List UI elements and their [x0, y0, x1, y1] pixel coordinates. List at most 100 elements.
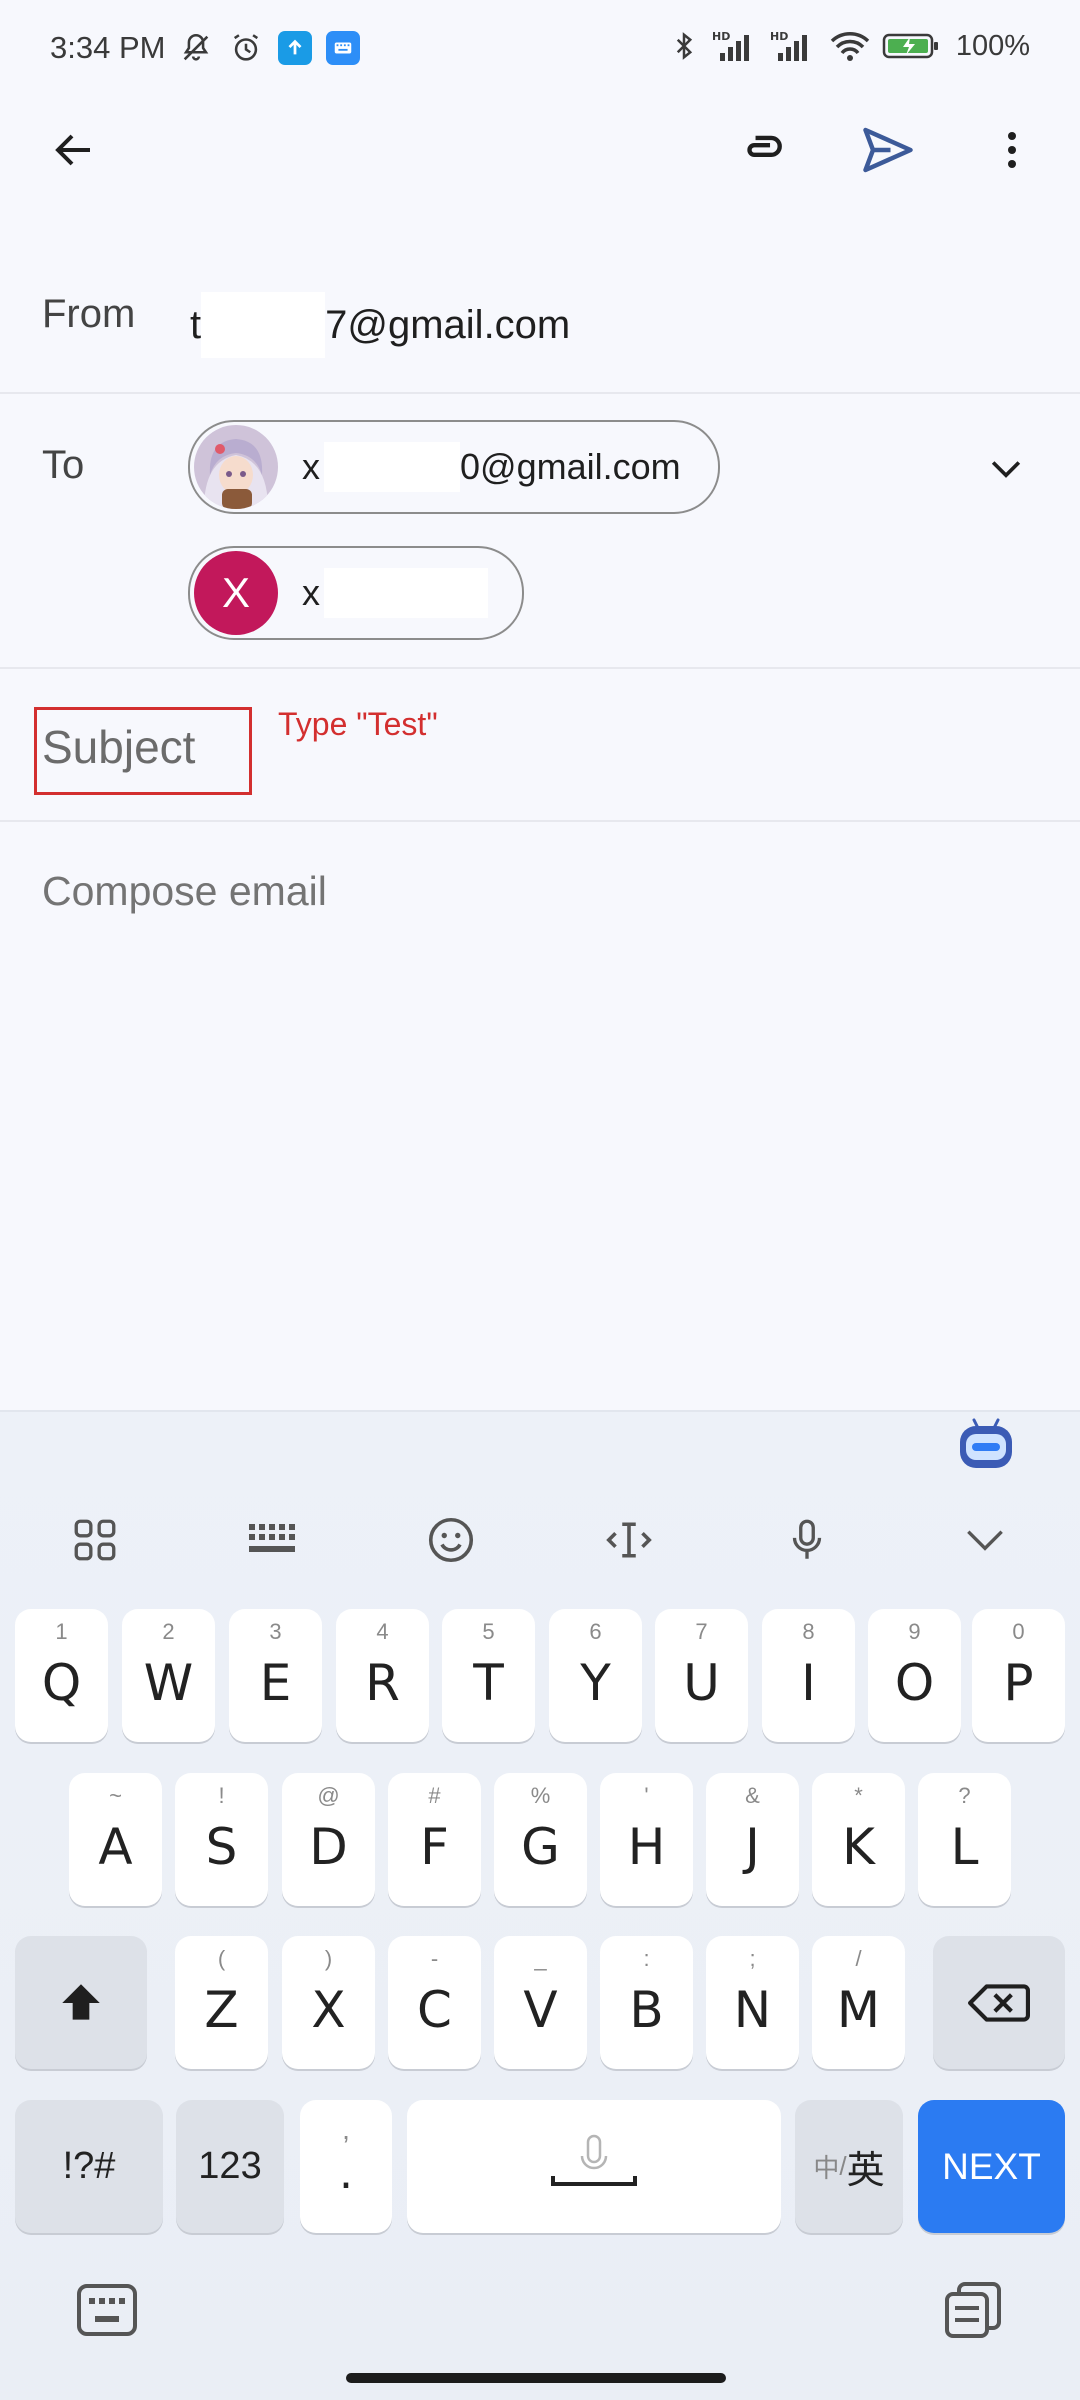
svg-text:HD: HD — [770, 30, 788, 43]
key-hint: ? — [958, 1783, 971, 1808]
symbols-key-label: !?# — [62, 2145, 116, 2187]
key-k[interactable]: * K — [812, 1773, 905, 1906]
key-y[interactable]: 6Y — [549, 1609, 642, 1742]
recipient-avatar-letter: X — [194, 551, 278, 635]
attach-button[interactable] — [724, 110, 804, 190]
bluetooth-icon — [666, 28, 702, 64]
period-key[interactable]: , . — [300, 2100, 392, 2233]
status-bar: 3:34 PM HD HD 100% — [0, 0, 1080, 100]
key-w[interactable]: 2W — [122, 1609, 215, 1742]
key-char: O — [894, 1653, 935, 1712]
backspace-key[interactable] — [933, 1936, 1065, 2069]
space-mic-icon — [551, 2134, 637, 2186]
key-hint: , — [342, 2114, 350, 2145]
divider — [0, 820, 1080, 822]
keyboard-menu-grid-icon[interactable] — [60, 1505, 130, 1575]
microphone-icon[interactable] — [772, 1505, 842, 1575]
upload-app-icon — [278, 31, 312, 65]
key-hint: 2 — [162, 1619, 175, 1644]
recipient-chip[interactable]: x 0@gmail.com — [188, 420, 720, 514]
key-char: Z — [204, 1980, 239, 2039]
key-char: F — [420, 1817, 449, 1876]
switch-keyboard-icon[interactable] — [72, 2275, 142, 2345]
from-label: From — [42, 292, 136, 336]
key-hint: & — [745, 1783, 760, 1808]
key-z[interactable]: (Z — [175, 1936, 268, 2069]
emoji-icon[interactable] — [416, 1505, 486, 1575]
key-m[interactable]: / M — [812, 1936, 905, 2069]
from-field[interactable]: t 7@gmail.com — [190, 292, 570, 358]
key-char: A — [98, 1817, 133, 1876]
key-hint: @ — [317, 1783, 340, 1808]
key-i[interactable]: 8I — [762, 1609, 855, 1742]
key-o[interactable]: 9O — [868, 1609, 961, 1742]
expand-recipients-button[interactable] — [966, 428, 1046, 508]
key-hint: : — [643, 1946, 650, 1971]
key-l[interactable]: ? L — [918, 1773, 1011, 1906]
back-button[interactable] — [34, 110, 114, 190]
key-p[interactable]: 0P — [972, 1609, 1065, 1742]
key-u[interactable]: 7U — [655, 1609, 748, 1742]
key-char: E — [259, 1653, 292, 1712]
from-email-prefix: t — [190, 302, 202, 347]
key-d[interactable]: @ D — [282, 1773, 375, 1906]
key-q[interactable]: 1Q — [15, 1609, 108, 1742]
symbols-key[interactable]: !?# — [15, 2100, 163, 2233]
key-h[interactable]: ' H — [600, 1773, 693, 1906]
home-indicator[interactable] — [346, 2373, 726, 2383]
recipient-avatar — [194, 425, 278, 509]
key-char: D — [309, 1817, 348, 1876]
lang-label-big: 英 — [846, 2150, 885, 2192]
send-button[interactable] — [848, 110, 928, 190]
key-r[interactable]: 4R — [336, 1609, 429, 1742]
keyboard-layout-icon[interactable] — [238, 1505, 308, 1575]
text-cursor-icon[interactable] — [594, 1505, 664, 1575]
key-hint: ) — [324, 1946, 333, 1971]
shift-key[interactable] — [15, 1936, 147, 2069]
backspace-icon — [968, 1983, 1030, 2022]
key-char: . — [339, 2148, 353, 2199]
key-c[interactable]: -C — [388, 1936, 481, 2069]
key-hint: # — [428, 1783, 441, 1808]
annotation-highlight-box — [34, 707, 252, 795]
arrow-back-icon — [55, 134, 90, 166]
recipient-chip[interactable]: X x — [188, 546, 524, 640]
key-char: W — [143, 1653, 194, 1712]
compose-toolbar — [0, 110, 1080, 210]
key-e[interactable]: 3E — [229, 1609, 322, 1742]
key-b[interactable]: :B — [600, 1936, 693, 2069]
hide-keyboard-chevron-icon[interactable] — [950, 1505, 1020, 1575]
numbers-key[interactable]: 123 — [176, 2100, 284, 2233]
next-key[interactable]: NEXT — [918, 2100, 1065, 2233]
redaction-block — [201, 292, 326, 358]
paperclip-icon — [747, 135, 782, 158]
lang-label-sep: / — [839, 2151, 847, 2181]
language-switch-key[interactable]: 中 / 英 — [795, 2100, 903, 2233]
key-a[interactable]: ~ A — [69, 1773, 162, 1906]
avatar-letter: X — [221, 569, 250, 616]
to-label: To — [42, 443, 85, 487]
key-hint: / — [855, 1946, 862, 1971]
key-char: L — [950, 1817, 979, 1876]
key-t[interactable]: 5T — [442, 1609, 535, 1742]
space-key[interactable] — [407, 2100, 781, 2233]
compose-body-field[interactable]: Compose email — [42, 868, 327, 915]
key-hint: 3 — [269, 1619, 282, 1644]
key-g[interactable]: % G — [494, 1773, 587, 1906]
key-hint: 5 — [482, 1619, 495, 1644]
key-n[interactable]: ; N — [706, 1936, 799, 2069]
key-s[interactable]: ! S — [175, 1773, 268, 1906]
more-options-button[interactable] — [972, 110, 1052, 190]
key-char: I — [801, 1653, 816, 1712]
key-j[interactable]: & J — [706, 1773, 799, 1906]
assistant-robot-icon[interactable] — [956, 1416, 1016, 1472]
key-v[interactable]: _ V — [494, 1936, 587, 2069]
redaction-block — [324, 442, 460, 492]
recipient-email-suffix: 0@gmail.com — [460, 446, 681, 487]
key-char: C — [417, 1980, 452, 2039]
key-hint: _ — [534, 1946, 547, 1971]
key-x[interactable]: ) X — [282, 1936, 375, 2069]
clipboard-icon[interactable] — [938, 2275, 1008, 2345]
key-f[interactable]: # F — [388, 1773, 481, 1906]
key-hint: 8 — [802, 1619, 815, 1644]
